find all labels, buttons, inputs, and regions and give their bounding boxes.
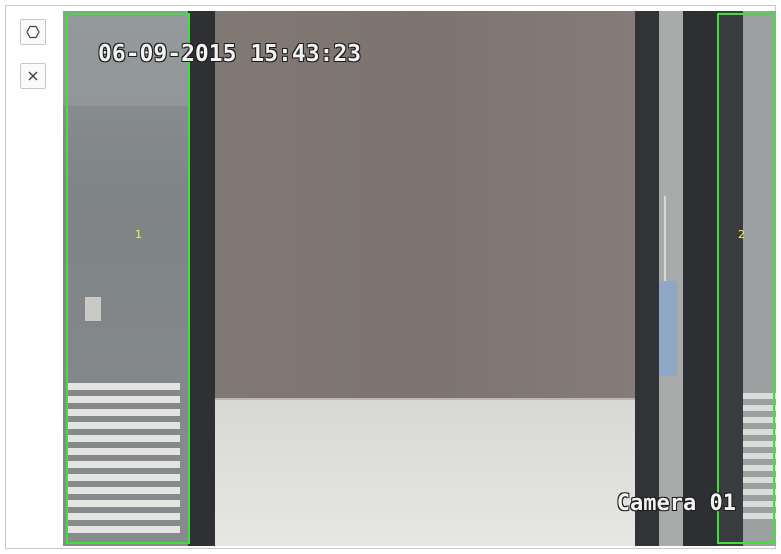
draw-area-button[interactable]	[20, 19, 46, 45]
detection-zone-2[interactable]	[717, 13, 775, 544]
osd-camera-name: Camera 01	[616, 491, 736, 516]
clear-area-button[interactable]	[20, 63, 46, 89]
live-video-view[interactable]: 1 2 06-09-2015 15:43:23 Camera 01	[63, 11, 776, 546]
osd-timestamp: 06-09-2015 15:43:23	[98, 41, 362, 67]
close-icon	[28, 71, 38, 81]
zone-label-1: 1	[135, 228, 142, 241]
video-config-panel: 1 2 06-09-2015 15:43:23 Camera 01	[5, 5, 776, 549]
hexagon-icon	[26, 25, 40, 39]
detection-zone-1[interactable]	[66, 13, 190, 544]
drawing-toolbar	[6, 6, 61, 548]
zone-label-2: 2	[738, 228, 745, 241]
